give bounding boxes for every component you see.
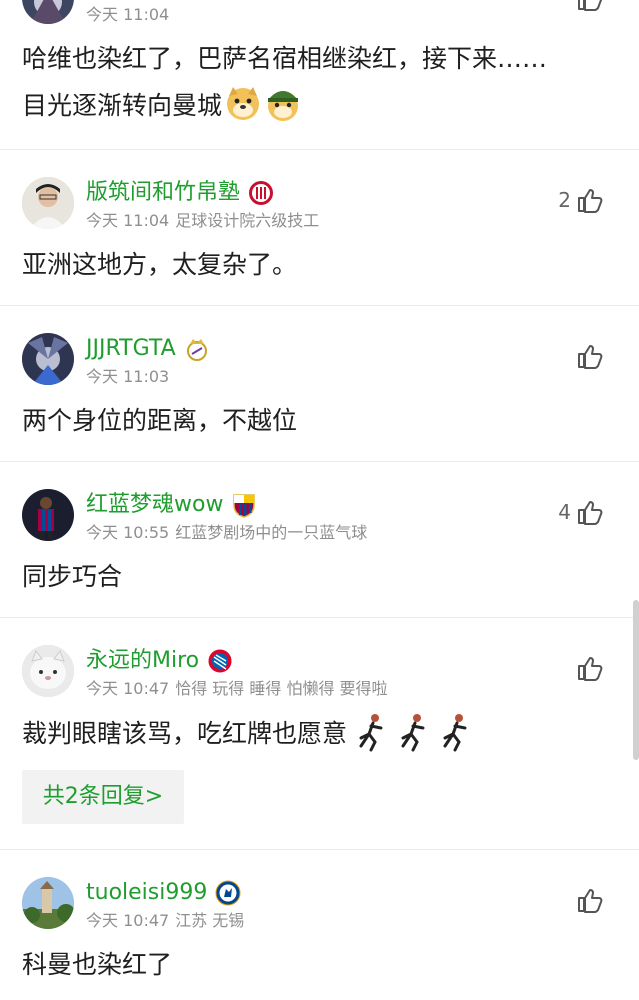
name-row: 红蓝梦魂wow [86, 490, 257, 520]
username[interactable]: 永远的Miro [86, 646, 199, 676]
thumbs-up-icon [578, 501, 603, 525]
avatar[interactable] [22, 645, 74, 697]
comment-text: 裁判眼瞎该骂，吃红牌也愿意 [22, 712, 609, 755]
username[interactable]: tuoleisi999 [86, 878, 207, 908]
doge-emoji [224, 84, 262, 122]
thumbs-up-icon [578, 345, 603, 369]
user-title: 足球设计院六级技工 [175, 211, 320, 230]
comment-item: tuoleisi999 今天 10:47 江苏 无锡 科曼也染红了 [0, 850, 639, 1000]
avatar[interactable] [22, 333, 74, 385]
like-button[interactable]: 2 [558, 186, 603, 214]
real-madrid-badge-icon [184, 336, 210, 362]
comment-time: 今天 11:03 [86, 367, 170, 386]
comment-text: 哈维也染红了，巴萨名宿相继染红，接下来…… [22, 44, 548, 73]
user-title: 恰得 玩得 睡得 怕懒得 要得啦 [175, 679, 388, 698]
running-emoji [355, 712, 389, 752]
like-button[interactable] [575, 886, 603, 914]
avatar[interactable] [22, 177, 74, 229]
comment-time: 今天 10:47 [86, 679, 170, 698]
doge-helmet-emoji [264, 84, 302, 122]
like-count: 2 [558, 188, 571, 212]
like-button[interactable] [575, 342, 603, 370]
comment-item: JJJRTGTA 今天 11:03 两个身位的距离，不越位 [0, 306, 639, 462]
comment-meta: 今天 10:47 恰得 玩得 睡得 怕懒得 要得啦 [86, 679, 388, 699]
comment-meta: 今天 10:55 红蓝梦剧场中的一只蓝气球 [86, 523, 367, 543]
running-emoji [439, 712, 473, 752]
avatar[interactable] [22, 489, 74, 541]
thumbs-up-icon [578, 657, 603, 681]
like-button[interactable] [575, 654, 603, 682]
username[interactable]: JJJRTGTA [86, 334, 176, 364]
club-badge-red-icon [248, 180, 274, 206]
avatar[interactable] [22, 0, 74, 24]
name-row: 永远的Miro [86, 646, 233, 676]
name-row: tuoleisi999 [86, 878, 241, 908]
comment-meta: 今天 11:04 足球设计院六级技工 [86, 211, 319, 231]
avatar[interactable] [22, 877, 74, 929]
scrollbar[interactable] [633, 600, 639, 760]
comment-item: 今天 11:04 哈维也染红了，巴萨名宿相继染红，接下来…… 目光逐渐转向曼城 [0, 0, 639, 150]
comment-time: 今天 11:04 [86, 211, 170, 230]
like-button[interactable]: 4 [558, 498, 603, 526]
comment-feed: 今天 11:04 哈维也染红了，巴萨名宿相继染红，接下来…… 目光逐渐转向曼城 … [0, 0, 639, 1000]
chelsea-badge-icon [215, 880, 241, 906]
comment-meta: 今天 11:03 [86, 367, 169, 387]
like-count: 4 [558, 500, 571, 524]
thumbs-up-icon [578, 0, 603, 11]
barcelona-badge-icon [231, 492, 257, 518]
thumbs-up-icon [578, 189, 603, 213]
running-emoji [397, 712, 431, 752]
comment-item: 版筑间和竹帛塾 今天 11:04 足球设计院六级技工 2 亚洲这地方，太复杂了。 [0, 150, 639, 306]
comment-item: 红蓝梦魂wow 今天 10:55 红蓝梦剧场中的一只蓝气球 4 同步巧合 [0, 462, 639, 618]
view-replies-button[interactable]: 共2条回复> [22, 770, 184, 824]
name-row: 版筑间和竹帛塾 [86, 178, 274, 208]
comment-meta: 今天 10:47 江苏 无锡 [86, 911, 244, 931]
comment-meta: 今天 11:04 [86, 5, 169, 25]
name-row: JJJRTGTA [86, 334, 210, 364]
thumbs-up-icon [578, 889, 603, 913]
like-button[interactable] [575, 0, 603, 12]
user-title: 红蓝梦剧场中的一只蓝气球 [175, 523, 368, 542]
bayern-badge-icon [207, 648, 233, 674]
comment-text: 亚洲这地方，太复杂了。 [22, 250, 298, 279]
comment-text: 两个身位的距离，不越位 [22, 406, 298, 435]
comment-time: 今天 10:47 [86, 911, 170, 930]
comment-text: 科曼也染红了 [22, 950, 173, 979]
comment-text-line2: 目光逐渐转向曼城 [22, 84, 609, 127]
comment-item: 永远的Miro 今天 10:47 恰得 玩得 睡得 怕懒得 要得啦 裁判眼瞎该骂，… [0, 618, 639, 850]
comment-time: 今天 11:04 [86, 5, 170, 24]
username[interactable]: 版筑间和竹帛塾 [86, 178, 240, 208]
comment-text: 同步巧合 [22, 562, 123, 591]
comment-time: 今天 10:55 [86, 523, 170, 542]
username[interactable]: 红蓝梦魂wow [86, 490, 223, 520]
user-location: 江苏 无锡 [175, 911, 245, 930]
